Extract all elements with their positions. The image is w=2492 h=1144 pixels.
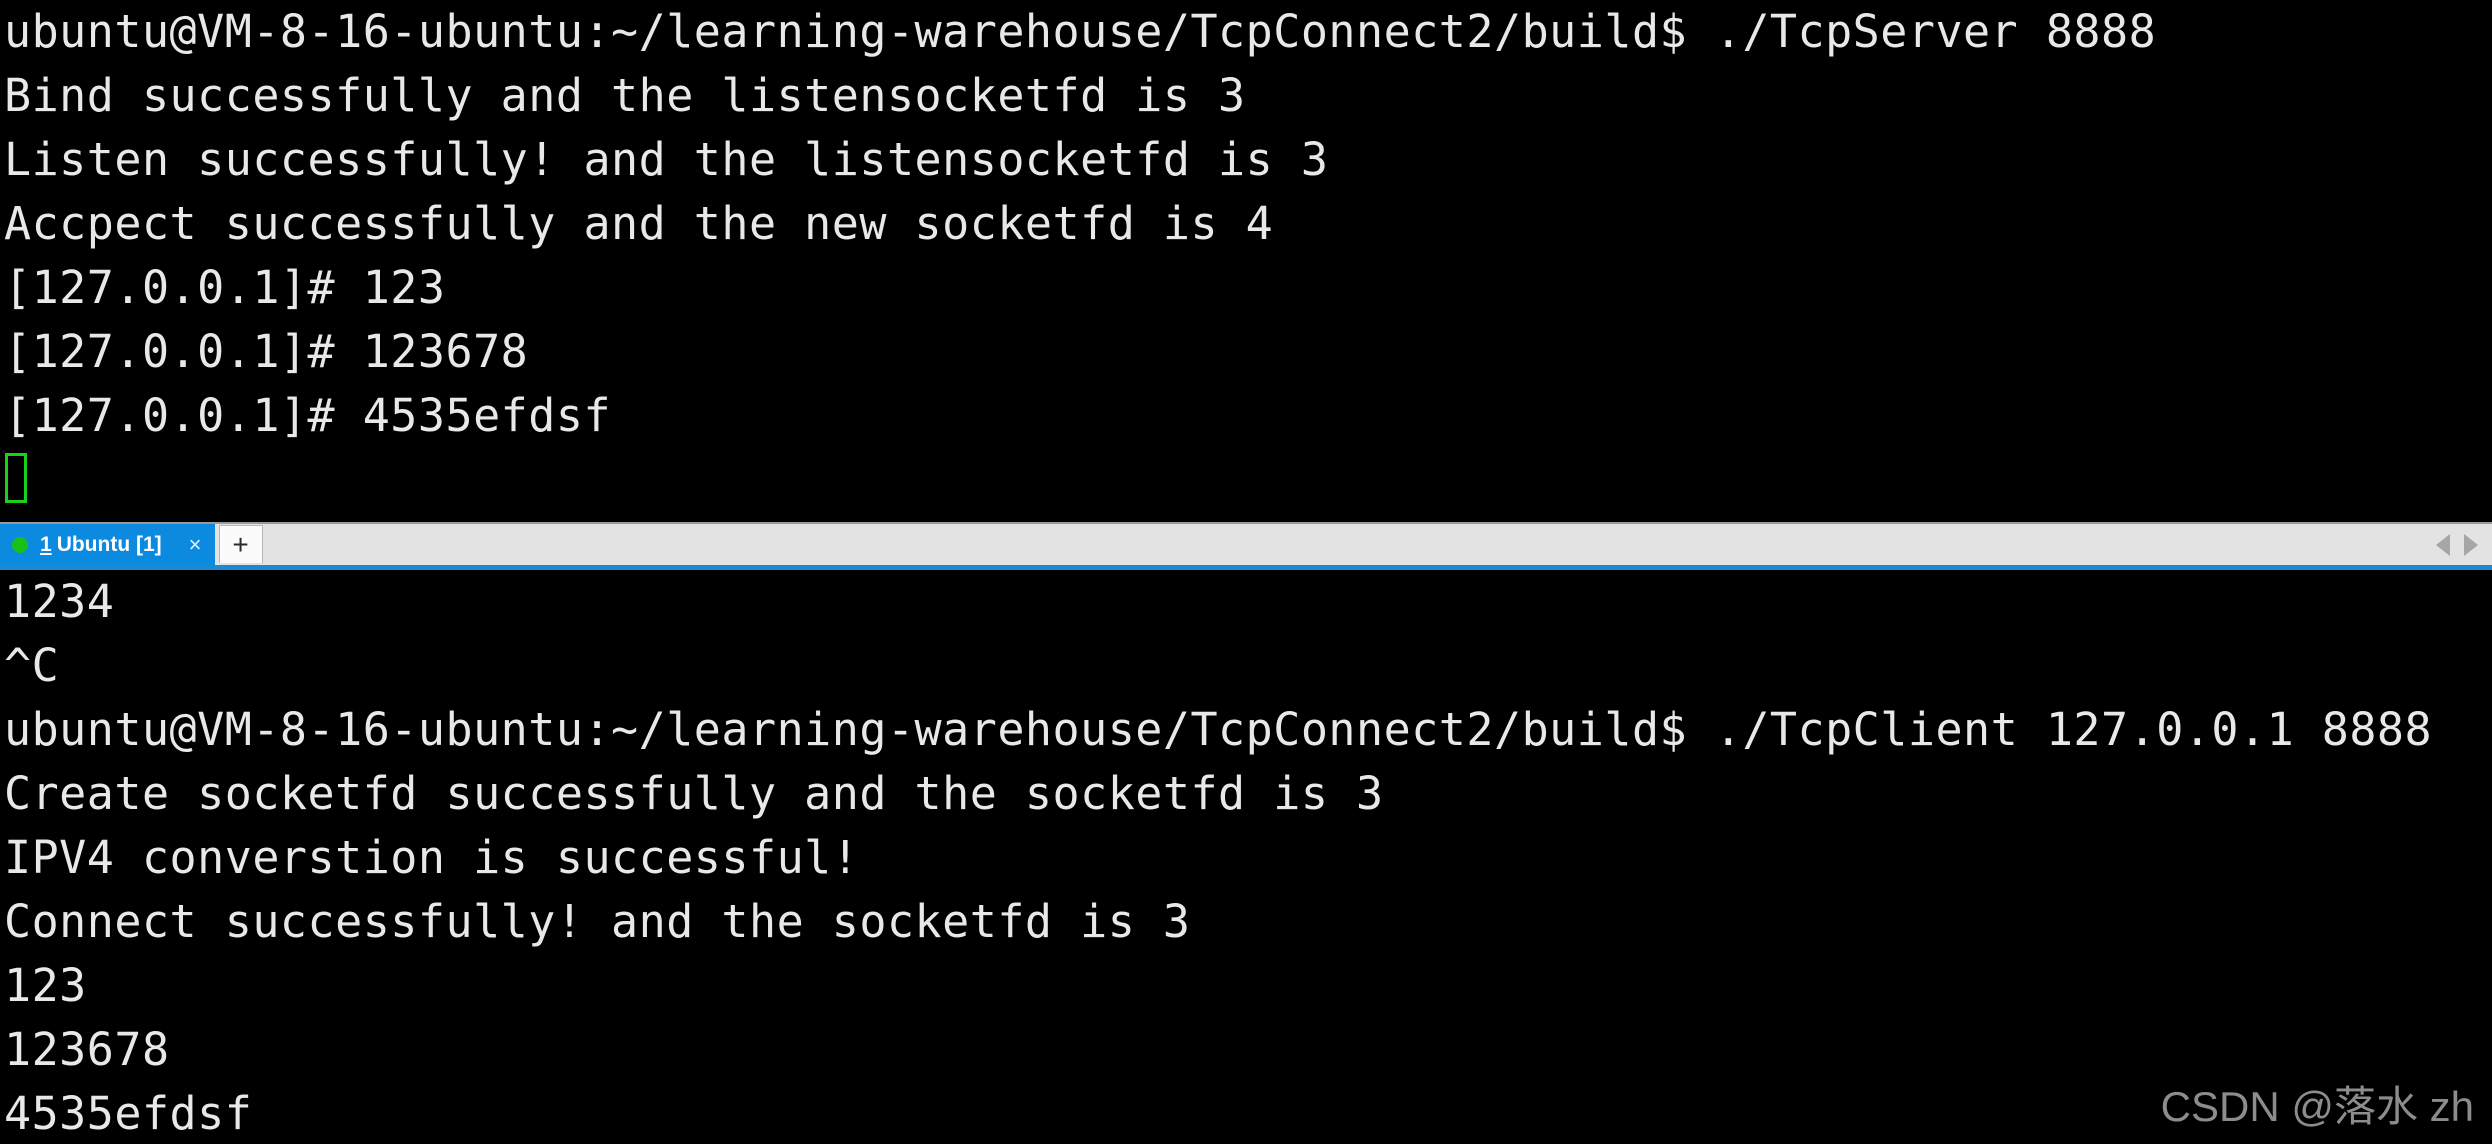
terminal-line: 123678 <box>4 1023 170 1076</box>
terminal-line: Accpect successfully and the new socketf… <box>4 197 1274 250</box>
tab-ubuntu-1[interactable]: 1 Ubuntu [1] × <box>0 524 215 565</box>
terminal-line: Bind successfully and the listensocketfd… <box>4 69 1246 122</box>
terminal-line: ubuntu@VM-8-16-ubuntu:~/learning-warehou… <box>4 5 2157 58</box>
new-tab-button[interactable]: + <box>218 525 263 563</box>
tab-scroll-controls <box>2436 524 2492 565</box>
tab-bar-spacer <box>263 524 2436 565</box>
terminal-line: [127.0.0.1]# 123 <box>4 261 446 314</box>
tab-index-label: 1 <box>40 532 52 556</box>
terminal-line: [127.0.0.1]# 123678 <box>4 325 529 378</box>
terminal-line: [127.0.0.1]# 4535efdsf <box>4 389 612 442</box>
terminal-line: Listen successfully! and the listensocke… <box>4 133 1329 186</box>
terminal-window: ubuntu@VM-8-16-ubuntu:~/learning-warehou… <box>0 0 2492 1144</box>
terminal-line: IPV4 converstion is successful! <box>4 831 860 884</box>
terminal-cursor <box>5 453 27 503</box>
chevron-left-icon[interactable] <box>2436 533 2450 556</box>
terminal-pane-client[interactable]: 1234 ^C ubuntu@VM-8-16-ubuntu:~/learning… <box>0 570 2492 1144</box>
tab-title-label: Ubuntu [1] <box>56 532 162 556</box>
chevron-right-icon[interactable] <box>2464 533 2478 556</box>
tab-bar: 1 Ubuntu [1] × + <box>0 522 2492 570</box>
terminal-line: 123 <box>4 959 87 1012</box>
terminal-line: Create socketfd successfully and the soc… <box>4 767 1384 820</box>
close-icon[interactable]: × <box>184 532 207 558</box>
terminal-line: ubuntu@VM-8-16-ubuntu:~/learning-warehou… <box>4 703 2433 756</box>
status-dot-icon <box>12 536 28 553</box>
terminal-line: ^C <box>4 639 60 692</box>
terminal-line: 4535efdsf <box>4 1087 253 1140</box>
terminal-line: 1234 <box>4 575 115 628</box>
terminal-pane-server[interactable]: ubuntu@VM-8-16-ubuntu:~/learning-warehou… <box>0 0 2492 518</box>
terminal-line: Connect successfully! and the socketfd i… <box>4 895 1191 948</box>
terminal-cursor-line <box>0 448 2492 512</box>
